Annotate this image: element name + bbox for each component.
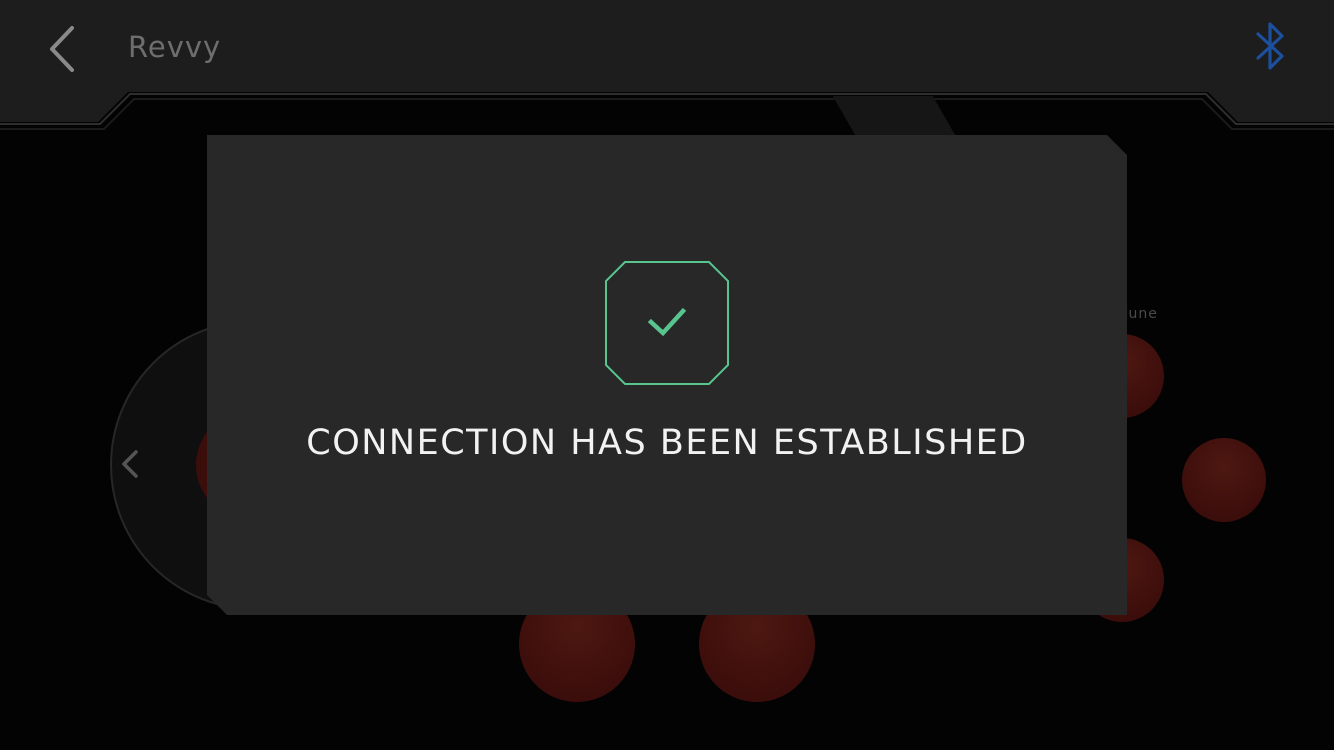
bluetooth-button[interactable] <box>1250 20 1292 72</box>
check-icon <box>647 307 687 337</box>
connection-message: CONNECTION HAS BEEN ESTABLISHED <box>306 423 1028 463</box>
success-badge <box>605 261 729 385</box>
chevron-left-icon <box>122 450 138 478</box>
back-button[interactable] <box>44 24 84 74</box>
bluetooth-icon <box>1256 22 1284 70</box>
control-button-right[interactable] <box>1182 438 1266 522</box>
tune-label: tune <box>1122 306 1158 322</box>
page-title: Revvy <box>128 30 222 64</box>
connection-dialog: CONNECTION HAS BEEN ESTABLISHED <box>207 135 1127 615</box>
app-screen: Revvy tune CONNECTION HAS BEEN ESTABLISH… <box>0 0 1334 750</box>
header-bar <box>0 0 1334 130</box>
chevron-left-icon <box>50 26 74 72</box>
